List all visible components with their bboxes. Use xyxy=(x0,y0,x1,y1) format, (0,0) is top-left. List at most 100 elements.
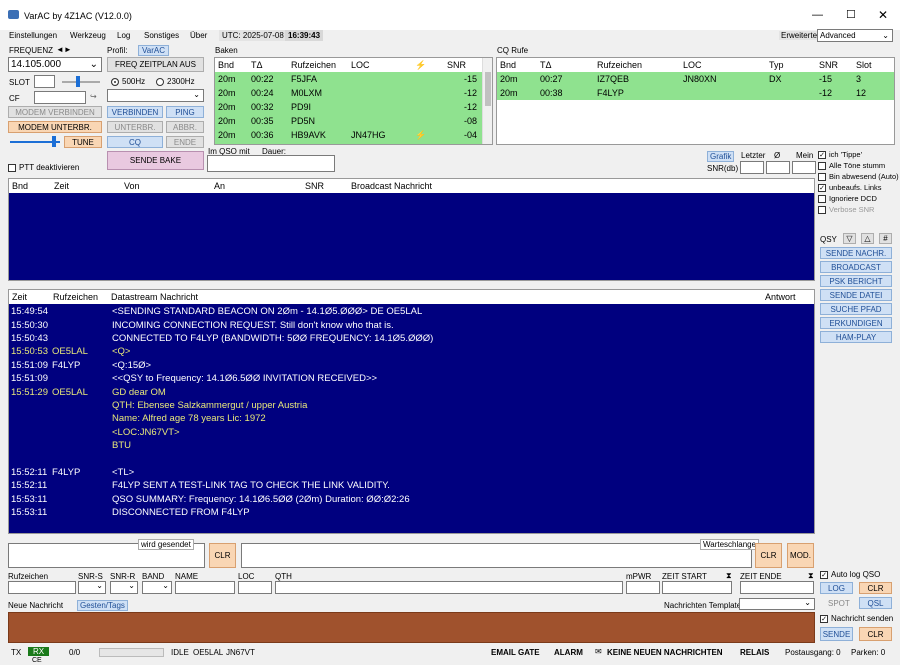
col-zeit[interactable]: Zeit xyxy=(9,292,53,302)
col-loc[interactable]: LOC xyxy=(351,60,415,70)
maximize-icon[interactable]: ☐ xyxy=(846,8,856,21)
gesten-tags-button[interactable]: Gesten/Tags xyxy=(77,600,128,611)
col-datastream-nachricht[interactable]: Datastream Nachricht xyxy=(111,292,765,302)
scrollbar-thumb[interactable] xyxy=(485,72,491,106)
log-field-input[interactable]: ⌄ xyxy=(110,581,138,594)
unterbr-button[interactable]: UNTERBR. xyxy=(107,121,163,133)
messages-indicator[interactable]: KEINE NEUEN NACHRICHTEN xyxy=(607,648,723,657)
cf-input[interactable] xyxy=(34,91,86,104)
option-checkbox[interactable]: Alle Töne stumm xyxy=(818,161,898,172)
col-snr[interactable]: SNR xyxy=(819,60,856,70)
zeit-ende-clock-icon[interactable]: ⧗ xyxy=(808,571,814,581)
cf-link-icon[interactable]: ↪ xyxy=(90,92,97,101)
frequency-select[interactable]: 14.105.000 ⌄ xyxy=(8,57,102,72)
modem-verbinden-button[interactable]: MODEM VERBINDEN xyxy=(8,106,102,118)
queue-text-input[interactable] xyxy=(241,543,752,568)
alarm-indicator[interactable]: ALARM xyxy=(554,648,583,657)
col-typ[interactable]: Typ xyxy=(769,60,819,70)
log-field-input[interactable] xyxy=(626,581,660,594)
bw500-radio[interactable]: 500Hz xyxy=(111,77,145,86)
ende-button[interactable]: ENDE xyxy=(166,136,204,148)
sende-button[interactable]: SENDE xyxy=(820,627,853,641)
cq-row[interactable]: 20m 00:38 F4LYP -12 12 xyxy=(497,86,894,100)
qsl-button[interactable]: QSL xyxy=(859,597,892,609)
log-field-input[interactable]: ⌄ xyxy=(142,581,172,594)
side-button[interactable]: ERKUNDIGEN xyxy=(820,317,892,329)
qsy-hash-button[interactable]: # xyxy=(879,233,892,244)
baken-row[interactable]: 20m 00:36 HB9AVK JN47HG ⚡ -04 xyxy=(215,128,492,142)
log-field-input[interactable] xyxy=(8,581,76,594)
nachricht-senden-checkbox[interactable]: ✓ Nachricht senden xyxy=(820,614,893,623)
view-select[interactable]: Advanced ⌄ xyxy=(817,29,893,42)
new-message-input[interactable] xyxy=(8,612,815,643)
qsy-down-button[interactable]: ▽ xyxy=(843,233,856,244)
baken-row[interactable]: 20m 00:35 PD5N -08 xyxy=(215,114,492,128)
log-field-input[interactable]: ⌄ xyxy=(78,581,106,594)
relais-indicator[interactable]: RELAIS xyxy=(740,648,769,657)
col-broadcast-nachricht[interactable]: Broadcast Nachricht xyxy=(351,181,551,191)
option-checkbox[interactable]: Verbose SNR xyxy=(818,205,898,216)
freq-plan-button[interactable]: FREQ ZEITPLAN AUS xyxy=(107,57,204,72)
side-button[interactable]: PSK BERICHT xyxy=(820,275,892,287)
log-button[interactable]: LOG xyxy=(820,582,853,594)
col-rufzeichen[interactable]: Rufzeichen xyxy=(291,60,351,70)
col-slot[interactable]: Slot xyxy=(856,60,886,70)
menu-ueber[interactable]: Über xyxy=(190,31,207,40)
col-td[interactable]: TΔ xyxy=(251,60,291,70)
col-td[interactable]: TΔ xyxy=(540,60,597,70)
close-icon[interactable]: ✕ xyxy=(878,8,888,22)
col-bnd[interactable]: Bnd xyxy=(215,60,251,70)
tune-button[interactable]: TUNE xyxy=(64,136,102,148)
baken-row[interactable]: 20m 00:32 PD9I -12 xyxy=(215,100,492,114)
col-antwort[interactable]: Antwort xyxy=(765,292,805,302)
menu-log[interactable]: Log xyxy=(117,31,130,40)
zeit-start-clock-icon[interactable]: ⧗ xyxy=(726,571,732,581)
neue-clr-button[interactable]: CLR xyxy=(859,627,892,641)
baken-scrollbar[interactable] xyxy=(482,58,492,144)
qso-with-input[interactable] xyxy=(207,155,335,172)
side-button[interactable]: BROADCAST xyxy=(820,261,892,273)
minimize-icon[interactable]: — xyxy=(812,9,823,21)
template-select[interactable]: ⌄ xyxy=(739,598,815,610)
qsy-up-button[interactable]: △ xyxy=(861,233,874,244)
log-field-input[interactable] xyxy=(275,581,623,594)
freq-arrows-icon[interactable]: ◄► xyxy=(56,45,72,54)
menu-werkzeug[interactable]: Werkzeug xyxy=(70,31,106,40)
tune-slider[interactable] xyxy=(10,136,60,147)
modem-unterbr-button[interactable]: MODEM UNTERBR. xyxy=(8,121,102,133)
mode-select[interactable]: ⌄ xyxy=(107,89,204,102)
slot-slider[interactable] xyxy=(62,76,100,87)
email-gate-indicator[interactable]: EMAIL GATE xyxy=(491,648,540,657)
log-clr-button[interactable]: CLR xyxy=(859,582,892,594)
mod-button[interactable]: MOD. xyxy=(787,543,814,568)
option-checkbox[interactable]: ✓ ich 'Tippe' xyxy=(818,150,898,161)
col-snr[interactable]: SNR xyxy=(447,60,477,70)
log-field-input[interactable] xyxy=(175,581,235,594)
col-von[interactable]: Von xyxy=(124,181,214,191)
option-checkbox[interactable]: ✓ unbeaufs. Links xyxy=(818,183,898,194)
side-button[interactable]: SUCHE PFAD xyxy=(820,303,892,315)
cq-button[interactable]: CQ xyxy=(107,136,163,148)
log-field-input[interactable] xyxy=(740,581,814,594)
sende-bake-button[interactable]: SENDE BAKE xyxy=(107,151,204,170)
col-loc[interactable]: LOC xyxy=(683,60,769,70)
slider-thumb[interactable] xyxy=(76,76,80,87)
log-field-input[interactable] xyxy=(238,581,272,594)
profil-value[interactable]: VarAC xyxy=(138,45,169,56)
side-button[interactable]: HAM-PLAY xyxy=(820,331,892,343)
abbr-button[interactable]: ABBR. xyxy=(166,121,204,133)
baken-row[interactable]: 20m 00:22 F5JFA -15 xyxy=(215,72,492,86)
option-checkbox[interactable]: Ignoriere DCD xyxy=(818,194,898,205)
option-checkbox[interactable]: Bin abwesend (Auto) xyxy=(818,172,899,183)
cq-row[interactable]: 20m 00:27 IZ7QEB JN80XN DX -15 3 xyxy=(497,72,894,86)
clr-queue-button[interactable]: CLR xyxy=(755,543,782,568)
slider-thumb[interactable] xyxy=(52,136,56,147)
baken-row[interactable]: 20m00:43PD0WAGJO21TX⚡-12 xyxy=(215,142,492,144)
verbinden-button[interactable]: VERBINDEN xyxy=(107,106,163,118)
menu-einstellungen[interactable]: Einstellungen xyxy=(9,31,57,40)
spot-label[interactable]: SPOT xyxy=(828,599,850,608)
lightning-icon[interactable]: ⚡ xyxy=(415,60,447,71)
side-button[interactable]: SENDE DATEI xyxy=(820,289,892,301)
side-button[interactable]: SENDE NACHR. xyxy=(820,247,892,259)
auto-log-checkbox[interactable]: ✓ Auto log QSO xyxy=(820,570,880,579)
